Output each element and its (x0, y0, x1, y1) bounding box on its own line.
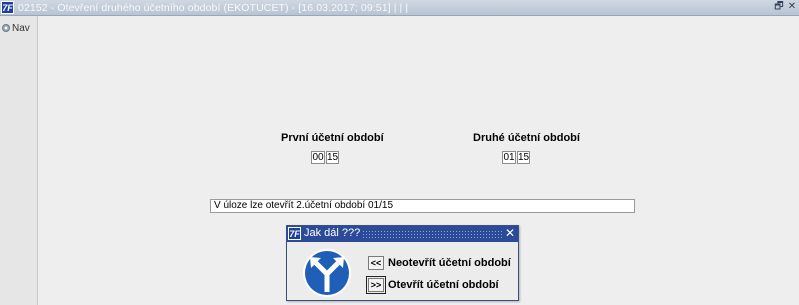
close-window-button[interactable]: ✕ (786, 1, 798, 13)
road-fork-sign-icon (303, 249, 351, 297)
first-period-label: První účetní období (281, 132, 384, 144)
second-period-year-field[interactable]: 15 (517, 151, 530, 164)
nav-button[interactable]: Nav (2, 23, 30, 34)
dialog-titlebar: 7F Jak dál ??? ✕ (287, 226, 518, 242)
second-period-month-field[interactable]: 01 (502, 151, 516, 164)
dont-open-period-label: Neotevřít účetní období (388, 257, 511, 269)
globe-icon (2, 24, 10, 32)
info-message-field: V úloze lze otevřít 2.účetní období 01/1… (210, 199, 635, 213)
window-titlebar: 7F 02152 - Otevření druhého účetního obd… (0, 0, 799, 16)
first-period-month-field[interactable]: 00 (311, 151, 325, 164)
first-period-year-field[interactable]: 15 (326, 151, 339, 164)
dialog-title-pattern (362, 230, 502, 238)
dialog-title: Jak dál ??? (304, 227, 361, 239)
open-period-label: Otevřít účetní období (388, 279, 499, 291)
decision-dialog: 7F Jak dál ??? ✕ << Neotevřít účetní obd… (286, 225, 519, 301)
dont-open-period-button[interactable]: << (368, 256, 384, 270)
second-period-label: Druhé účetní období (473, 132, 580, 144)
window-title: 02152 - Otevření druhého účetního období… (18, 2, 409, 14)
navigation-sidebar: Nav (0, 16, 38, 305)
app-logo-icon: 7F (288, 227, 301, 240)
restore-window-button[interactable]: 🗗 (773, 1, 785, 13)
nav-label: Nav (12, 23, 30, 34)
app-logo-icon: 7F (1, 1, 14, 14)
dialog-close-button[interactable]: ✕ (505, 226, 515, 240)
open-period-button[interactable]: >> (366, 276, 386, 294)
